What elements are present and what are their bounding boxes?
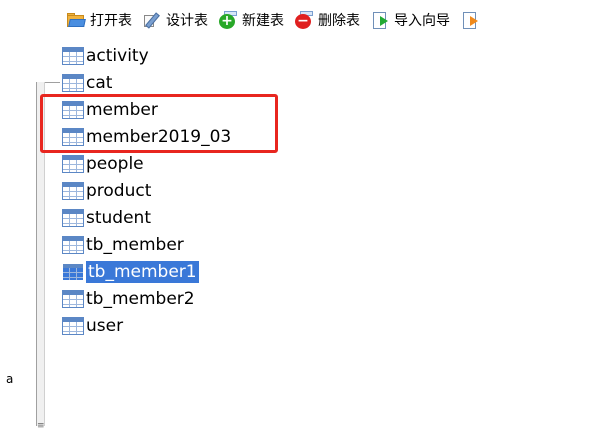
left-pane: a — [0, 0, 36, 426]
table-item-activity[interactable]: activity — [62, 42, 231, 69]
import-arrow-icon — [370, 11, 390, 29]
table-name-label: user — [86, 315, 124, 336]
table-name-label: cat — [86, 72, 113, 93]
table-grid-icon — [62, 154, 84, 173]
table-item-student[interactable]: student — [62, 204, 231, 231]
table-item-user[interactable]: user — [62, 312, 231, 339]
delete-table-minus-icon: − — [294, 11, 314, 29]
table-grid-icon — [62, 73, 84, 92]
new-table-label: 新建表 — [242, 13, 284, 29]
delete-table-label: 删除表 — [318, 13, 360, 29]
splitter-grip-icon[interactable]: ≡ — [37, 422, 45, 431]
table-item-tb_member1[interactable]: tb_member1 — [62, 258, 231, 285]
table-item-tb_member2[interactable]: tb_member2 — [62, 285, 231, 312]
table-grid-icon — [62, 316, 84, 335]
table-grid-icon — [62, 262, 84, 281]
import-wizard-button[interactable]: 导入向导 — [370, 6, 450, 34]
table-item-product[interactable]: product — [62, 177, 231, 204]
table-name-label: tb_member — [86, 234, 184, 255]
table-list: activity cat member member2019_03 people prod… — [62, 42, 231, 339]
table-grid-icon — [62, 235, 84, 254]
open-table-button[interactable]: 打开表 — [66, 6, 132, 34]
red-highlight-annotation — [40, 94, 278, 153]
left-pane-partial-text: a — [6, 372, 14, 386]
table-item-cat[interactable]: cat — [62, 69, 231, 96]
table-grid-icon — [62, 289, 84, 308]
export-wizard-button-partial[interactable] — [460, 6, 484, 34]
table-name-label: product — [86, 180, 152, 201]
table-grid-icon — [62, 208, 84, 227]
open-folder-icon — [66, 11, 86, 29]
toolbar: 打开表 设计表 + 新建表 − 删除表 导入向导 — [66, 6, 494, 34]
export-arrow-icon — [460, 11, 480, 29]
table-name-label: student — [86, 207, 151, 228]
table-grid-icon — [62, 46, 84, 65]
design-table-label: 设计表 — [166, 13, 208, 29]
table-grid-icon — [62, 181, 84, 200]
design-pencil-icon — [142, 11, 162, 29]
new-table-button[interactable]: + 新建表 — [218, 6, 284, 34]
new-table-plus-icon: + — [218, 11, 238, 29]
table-name-label: tb_member1 — [86, 260, 199, 283]
open-table-label: 打开表 — [90, 13, 132, 29]
delete-table-button[interactable]: − 删除表 — [294, 6, 360, 34]
design-table-button[interactable]: 设计表 — [142, 6, 208, 34]
table-item-tb_member[interactable]: tb_member — [62, 231, 231, 258]
table-name-label: people — [86, 153, 144, 174]
import-wizard-label: 导入向导 — [394, 13, 450, 29]
table-name-label: activity — [86, 45, 149, 66]
table-name-label: tb_member2 — [86, 288, 195, 309]
table-item-people[interactable]: people — [62, 150, 231, 177]
